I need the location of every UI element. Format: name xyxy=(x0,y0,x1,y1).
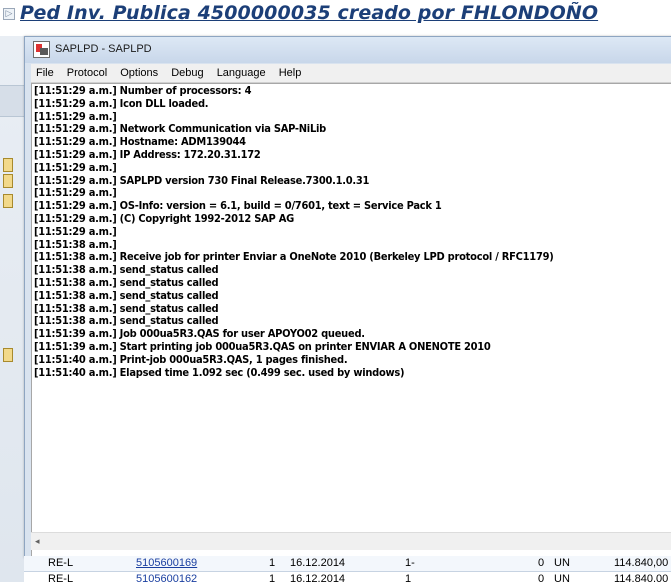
cell-z: 0 xyxy=(538,573,545,582)
menu-bar: File Protocol Options Debug Language Hel… xyxy=(31,64,671,83)
log-lines: [11:51:29 a.m.] Number of processors: 4[… xyxy=(34,84,554,379)
cell-d: 1- xyxy=(405,557,415,569)
folder-icon xyxy=(3,348,13,362)
cell-unit: UN xyxy=(554,573,570,582)
log-line: [11:51:29 a.m.] IP Address: 172.20.31.17… xyxy=(34,147,261,161)
cell-document-link[interactable]: 5105600169 xyxy=(136,557,197,569)
cell-d: 1 xyxy=(405,573,412,582)
log-line: [11:51:29 a.m.] (C) Copyright 1992-2012 … xyxy=(34,211,294,225)
menu-options[interactable]: Options xyxy=(115,64,163,82)
folder-icon xyxy=(3,158,13,172)
folder-icon xyxy=(3,174,13,188)
scroll-left-icon[interactable]: ◂ xyxy=(35,537,40,547)
cell-qty: 1 xyxy=(269,557,276,569)
menu-protocol[interactable]: Protocol xyxy=(62,64,112,82)
log-line: [11:51:29 a.m.] Number of processors: 4 xyxy=(34,84,252,97)
log-line: [11:51:38 a.m.] send_status called xyxy=(34,275,219,289)
cell-type: RE-L xyxy=(48,573,74,582)
cell-amount: 114.840,00 xyxy=(614,573,669,582)
log-line: [11:51:29 a.m.] Icon DLL loaded. xyxy=(34,96,209,110)
folder-icon xyxy=(3,194,13,208)
log-line: [11:51:38 a.m.] send_status called xyxy=(34,288,219,302)
menu-language[interactable]: Language xyxy=(212,64,271,82)
background-toolbar-strip xyxy=(0,85,24,117)
background-table: RE-L 5105600169 1 16.12.2014 1- 0 UN 114… xyxy=(24,556,671,582)
saplpd-window: SAPLPD - SAPLPD File Protocol Options De… xyxy=(24,36,671,568)
cell-qty: 1 xyxy=(269,573,276,582)
background-left-panel xyxy=(0,36,24,582)
log-line: [11:51:40 a.m.] Print-job 000ua5R3.QAS, … xyxy=(34,352,348,366)
log-line: [11:51:40 a.m.] Elapsed time 1.092 sec (… xyxy=(34,365,405,379)
menu-help[interactable]: Help xyxy=(274,64,307,82)
menu-file[interactable]: File xyxy=(31,64,59,82)
window-titlebar[interactable]: SAPLPD - SAPLPD xyxy=(25,37,671,63)
log-output[interactable]: [11:51:29 a.m.] Number of processors: 4[… xyxy=(31,83,671,568)
saplpd-app-icon xyxy=(33,41,50,58)
log-line: [11:51:29 a.m.] xyxy=(34,224,117,238)
log-line: [11:51:39 a.m.] Start printing job 000ua… xyxy=(34,339,491,353)
cell-document-link[interactable]: 5105600162 xyxy=(136,573,197,582)
transaction-icon: ▷ xyxy=(3,8,15,20)
cell-date: 16.12.2014 xyxy=(290,573,346,582)
cell-date: 16.12.2014 xyxy=(290,557,346,569)
cell-unit: UN xyxy=(554,557,570,569)
background-page-title: Ped Inv. Publica 4500000035 creado por F… xyxy=(20,2,599,24)
cell-z: 0 xyxy=(538,557,545,569)
log-line: [11:51:29 a.m.] xyxy=(34,160,117,174)
table-row[interactable]: RE-L 5105600162 1 16.12.2014 1 0 UN 114.… xyxy=(24,572,671,582)
cell-amount: 114.840,00 xyxy=(614,557,669,569)
cell-type: RE-L xyxy=(48,557,74,569)
window-title: SAPLPD - SAPLPD xyxy=(55,43,152,55)
table-row[interactable]: RE-L 5105600169 1 16.12.2014 1- 0 UN 114… xyxy=(24,556,671,572)
menu-debug[interactable]: Debug xyxy=(166,64,208,82)
horizontal-scrollbar[interactable]: ◂ xyxy=(31,532,671,550)
